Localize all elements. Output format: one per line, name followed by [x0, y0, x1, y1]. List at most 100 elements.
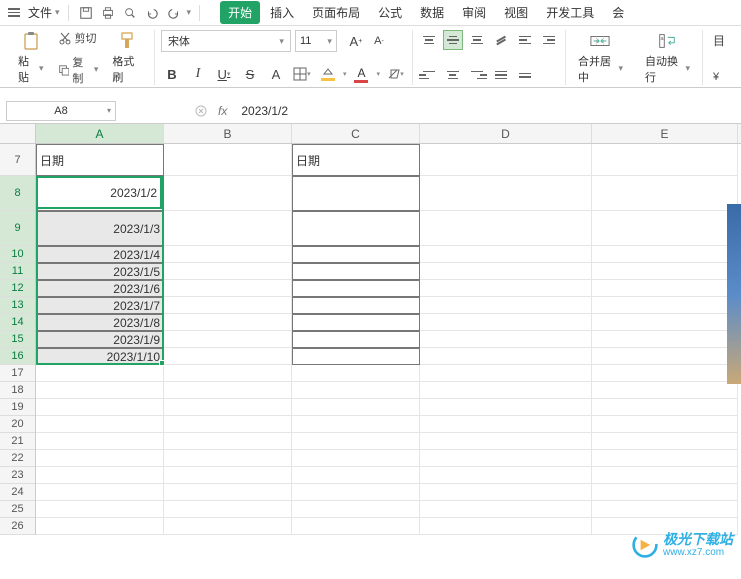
cell-A21[interactable] [36, 433, 164, 450]
cell-B24[interactable] [164, 484, 292, 501]
cell-D26[interactable] [420, 518, 592, 535]
row-header-11[interactable]: 11 [0, 263, 35, 280]
chevron-down-icon[interactable]: ▾ [376, 70, 380, 78]
cell-A23[interactable] [36, 467, 164, 484]
row-header-18[interactable]: 18 [0, 382, 35, 399]
col-header-E[interactable]: E [592, 124, 738, 143]
cell-A25[interactable] [36, 501, 164, 518]
cell-E14[interactable] [592, 314, 738, 331]
cell-C23[interactable] [292, 467, 420, 484]
cell-A20[interactable] [36, 416, 164, 433]
col-header-D[interactable]: D [420, 124, 592, 143]
row-header-10[interactable]: 10 [0, 246, 35, 263]
align-bottom-button[interactable] [467, 30, 487, 50]
cell-B15[interactable] [164, 331, 292, 348]
align-top-button[interactable] [419, 30, 439, 50]
cell-A8[interactable]: 2023/1/2 [36, 176, 164, 211]
cell-D22[interactable] [420, 450, 592, 467]
cell-C24[interactable] [292, 484, 420, 501]
tab-review[interactable]: 审阅 [454, 1, 494, 24]
distribute-button[interactable] [515, 65, 535, 85]
cell-A14[interactable]: 2023/1/8 [36, 314, 164, 331]
cell-E10[interactable] [592, 246, 738, 263]
align-center-button[interactable] [443, 65, 463, 85]
cell-D18[interactable] [420, 382, 592, 399]
tab-data[interactable]: 数据 [412, 1, 452, 24]
cell-C8[interactable] [292, 176, 420, 211]
cell-C26[interactable] [292, 518, 420, 535]
font-name-select[interactable]: 宋体▾ [161, 30, 291, 52]
cell-C7[interactable]: 日期 [292, 144, 420, 176]
border-button[interactable]: ▾ [291, 63, 313, 85]
cell-E18[interactable] [592, 382, 738, 399]
row-header-22[interactable]: 22 [0, 450, 35, 467]
cell-B19[interactable] [164, 399, 292, 416]
italic-button[interactable]: I [187, 63, 209, 85]
name-box[interactable]: A8 ▾ [6, 101, 116, 121]
fx-icon[interactable]: fx [218, 104, 227, 118]
cell-E12[interactable] [592, 280, 738, 297]
row-header-14[interactable]: 14 [0, 314, 35, 331]
cell-E11[interactable] [592, 263, 738, 280]
fill-color-button[interactable] [317, 67, 339, 81]
cell-B22[interactable] [164, 450, 292, 467]
row-header-15[interactable]: 15 [0, 331, 35, 348]
cell-E19[interactable] [592, 399, 738, 416]
cell-B9[interactable] [164, 211, 292, 246]
cell-B12[interactable] [164, 280, 292, 297]
cell-A17[interactable] [36, 365, 164, 382]
file-menu[interactable]: 文件 ▾ [28, 4, 60, 21]
justify-button[interactable] [491, 65, 511, 85]
cell-D11[interactable] [420, 263, 592, 280]
row-header-7[interactable]: 7 [0, 144, 35, 176]
cell-B14[interactable] [164, 314, 292, 331]
row-header-21[interactable]: 21 [0, 433, 35, 450]
align-right-button[interactable] [467, 65, 487, 85]
strikethrough-button[interactable]: S [239, 63, 261, 85]
cell-E16[interactable] [592, 348, 738, 365]
row-header-25[interactable]: 25 [0, 501, 35, 518]
cell-E13[interactable] [592, 297, 738, 314]
cell-A16[interactable]: 2023/1/10 [36, 348, 164, 365]
tab-layout[interactable]: 页面布局 [304, 1, 368, 24]
row-header-26[interactable]: 26 [0, 518, 35, 535]
orientation-button[interactable] [491, 30, 511, 50]
cell-C14[interactable] [292, 314, 420, 331]
cell-E15[interactable] [592, 331, 738, 348]
cell-E20[interactable] [592, 416, 738, 433]
tab-insert[interactable]: 插入 [262, 1, 302, 24]
cell-B18[interactable] [164, 382, 292, 399]
cell-C20[interactable] [292, 416, 420, 433]
wrap-text-button[interactable]: a 自动换行▾ [639, 29, 696, 87]
print-icon[interactable] [99, 4, 117, 22]
merge-center-button[interactable]: 合并居中▾ [572, 29, 629, 87]
cell-E17[interactable] [592, 365, 738, 382]
cell-A11[interactable]: 2023/1/5 [36, 263, 164, 280]
cell-D9[interactable] [420, 211, 592, 246]
save-icon[interactable] [77, 4, 95, 22]
cell-D19[interactable] [420, 399, 592, 416]
app-menu-icon[interactable] [6, 6, 22, 19]
tab-member[interactable]: 会 [604, 1, 632, 24]
cell-B25[interactable] [164, 501, 292, 518]
cut-button[interactable]: 剪切 [54, 28, 103, 48]
row-header-17[interactable]: 17 [0, 365, 35, 382]
row-header-16[interactable]: 16 [0, 348, 35, 365]
cell-D20[interactable] [420, 416, 592, 433]
cell-D10[interactable] [420, 246, 592, 263]
cell-D14[interactable] [420, 314, 592, 331]
row-header-8[interactable]: 8 [0, 176, 35, 211]
cell-B10[interactable] [164, 246, 292, 263]
row-header-9[interactable]: 9 [0, 211, 35, 246]
formula-input[interactable]: 2023/1/2 [241, 104, 288, 118]
cell-C25[interactable] [292, 501, 420, 518]
font-color-button[interactable]: A [350, 66, 372, 83]
cell-D7[interactable] [420, 144, 592, 176]
cell-D16[interactable] [420, 348, 592, 365]
redo-icon[interactable] [165, 4, 183, 22]
cell-A9[interactable]: 2023/1/3 [36, 211, 164, 246]
font-size-select[interactable]: 11▾ [295, 30, 337, 52]
cell-E8[interactable] [592, 176, 738, 211]
cell-C11[interactable] [292, 263, 420, 280]
cell-E21[interactable] [592, 433, 738, 450]
